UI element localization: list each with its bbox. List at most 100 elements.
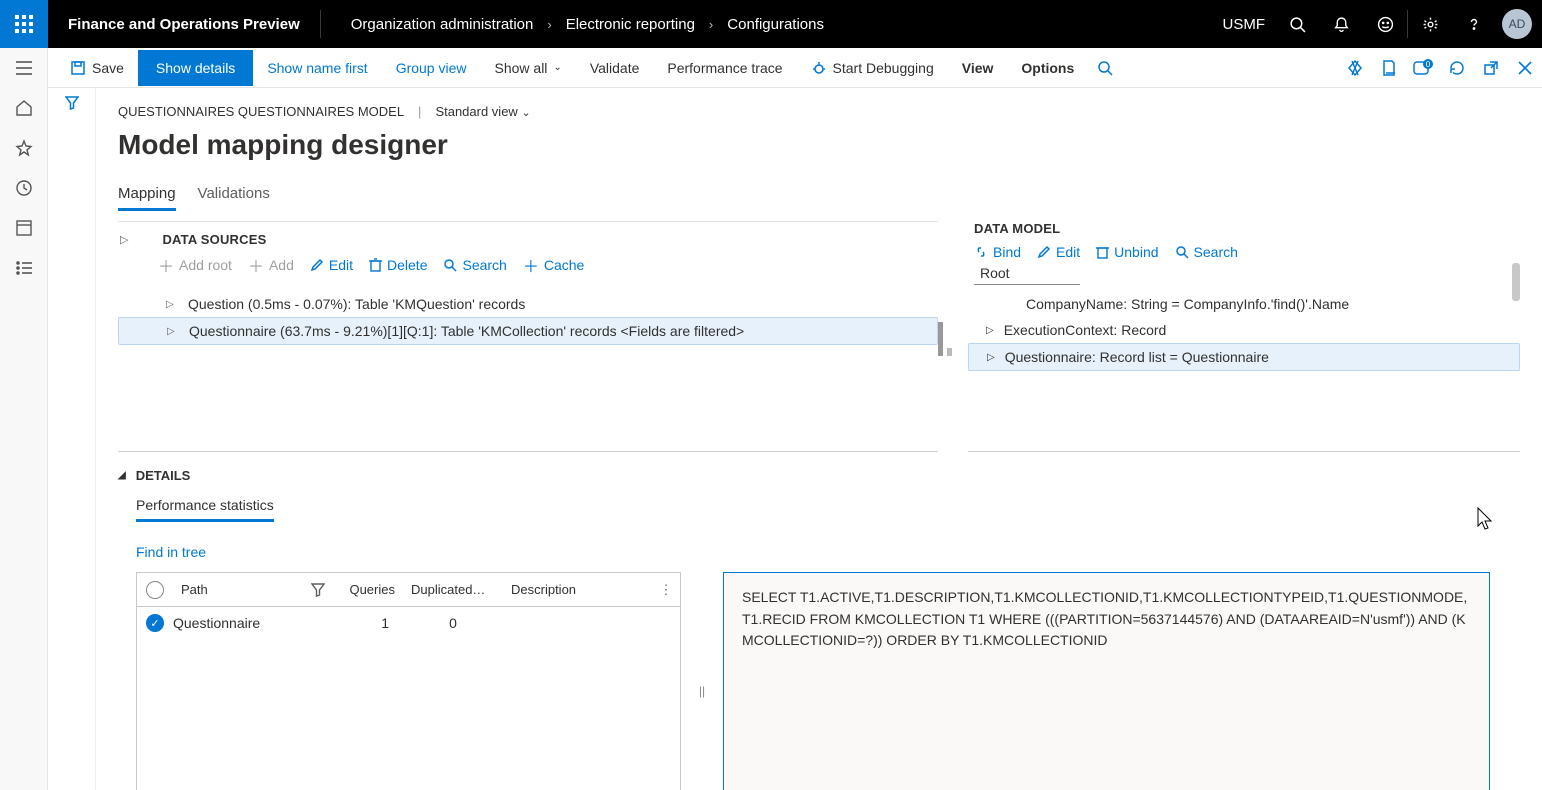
close-icon[interactable] xyxy=(1508,48,1542,88)
expand-caret-icon: ▷ xyxy=(987,352,995,363)
dm-edit-button[interactable]: Edit xyxy=(1037,244,1080,260)
ds-row-questionnaire[interactable]: ▷Questionnaire (63.7ms - 9.21%)[1][Q:1]:… xyxy=(118,317,938,345)
topbar-right: USMF AD xyxy=(1223,0,1542,48)
find-in-tree-link[interactable]: Find in tree xyxy=(136,544,206,560)
funnel-icon[interactable] xyxy=(65,96,79,110)
action-search-icon[interactable] xyxy=(1088,48,1122,88)
refresh-icon[interactable] xyxy=(1440,48,1474,88)
col-description[interactable]: Description xyxy=(503,582,652,597)
cache-button[interactable]: ＋Cache xyxy=(523,253,584,277)
show-details-button[interactable]: Show details xyxy=(138,50,253,86)
recent-icon[interactable] xyxy=(0,168,48,208)
save-button[interactable]: Save xyxy=(56,54,138,82)
dm-row-company[interactable]: CompanyName: String = CompanyInfo.'find(… xyxy=(968,291,1520,317)
diamond-icon[interactable] xyxy=(1338,48,1372,88)
show-all-dropdown[interactable]: Show all⌄ xyxy=(481,54,576,82)
delete-button[interactable]: Delete xyxy=(369,253,427,277)
select-all-checkbox[interactable] xyxy=(146,581,164,599)
company-label[interactable]: USMF xyxy=(1223,16,1276,33)
tab-mapping[interactable]: Mapping xyxy=(118,185,176,211)
ds-tree: ▷Question (0.5ms - 0.07%): Table 'KMQues… xyxy=(118,291,938,345)
show-name-first-button[interactable]: Show name first xyxy=(253,54,381,82)
view-switcher[interactable]: Standard view ⌄ xyxy=(435,104,530,119)
pencil-icon xyxy=(1037,245,1051,259)
expand-caret-icon: ▷ xyxy=(986,325,994,336)
dm-search-button[interactable]: Search xyxy=(1175,244,1238,260)
modules-icon[interactable] xyxy=(0,248,48,288)
details-tabs: Performance statistics xyxy=(136,497,1520,522)
sql-text-box[interactable]: SELECT T1.ACTIVE,T1.DESCRIPTION,T1.KMCOL… xyxy=(723,572,1490,790)
bell-icon[interactable] xyxy=(1319,0,1363,48)
dm-row-exec[interactable]: ▷ExecutionContext: Record xyxy=(968,317,1520,343)
tab-validations[interactable]: Validations xyxy=(198,185,270,211)
grid-menu-icon[interactable]: ⋮ xyxy=(652,582,680,598)
add-root-button[interactable]: ＋Add root xyxy=(158,253,232,277)
page-tabs: Mapping Validations xyxy=(118,185,1520,211)
bind-button[interactable]: Bind xyxy=(974,244,1021,260)
search-icon xyxy=(443,258,457,272)
workspace-icon[interactable] xyxy=(0,208,48,248)
smiley-icon[interactable] xyxy=(1363,0,1407,48)
page-breadcrumb: QUESTIONNAIRES QUESTIONNAIRES MODEL | St… xyxy=(118,104,1520,119)
validate-button[interactable]: Validate xyxy=(576,54,654,82)
col-path[interactable]: Path xyxy=(173,582,333,597)
group-view-button[interactable]: Group view xyxy=(382,54,481,82)
data-model-panel: DATA MODEL Bind Edit Unbind Search Root … xyxy=(968,221,1520,431)
perf-minichart xyxy=(938,318,968,356)
user-avatar[interactable]: AD xyxy=(1502,9,1532,39)
divider xyxy=(968,451,1520,452)
row-path: Questionnaire xyxy=(173,615,333,631)
perf-grid: Path Queries Duplicated… Description ⋮ ✓… xyxy=(136,572,681,790)
book-icon[interactable] xyxy=(1372,48,1406,88)
app-launcher-waffle[interactable] xyxy=(0,0,48,48)
grid-row[interactable]: ✓ Questionnaire 1 0 xyxy=(137,607,680,639)
splitter-handle[interactable]: || xyxy=(697,572,707,790)
start-debugging-button[interactable]: Start Debugging xyxy=(797,54,948,82)
details-title: DETAILS xyxy=(136,468,191,483)
ds-row-question[interactable]: ▷Question (0.5ms - 0.07%): Table 'KMQues… xyxy=(118,291,938,317)
collapse-caret-icon: ◢ xyxy=(118,470,126,481)
gear-icon[interactable] xyxy=(1408,0,1452,48)
funnel-icon[interactable] xyxy=(311,583,325,597)
breadcrumb-er[interactable]: Electronic reporting xyxy=(566,16,695,33)
chevron-right-icon: › xyxy=(547,17,551,32)
data-sources-panel: ▷ DATA SOURCES ＋Add root ＋Add Edit Delet… xyxy=(118,221,938,431)
view-menu[interactable]: View xyxy=(948,54,1008,82)
collapse-caret-icon[interactable]: ▷ xyxy=(120,233,128,246)
col-queries[interactable]: Queries xyxy=(333,582,403,597)
row-dup: 0 xyxy=(403,615,503,631)
edit-button[interactable]: Edit xyxy=(310,253,353,277)
divider xyxy=(118,451,938,452)
add-button[interactable]: ＋Add xyxy=(248,253,294,277)
save-icon xyxy=(70,60,86,76)
unbind-button[interactable]: Unbind xyxy=(1096,244,1158,260)
dm-row-questionnaire[interactable]: ▷Questionnaire: Record list = Questionna… xyxy=(968,343,1520,371)
hamburger-icon[interactable] xyxy=(0,48,48,88)
breadcrumb-org-admin[interactable]: Organization administration xyxy=(351,16,534,33)
col-duplicated[interactable]: Duplicated… xyxy=(403,582,503,597)
search-button[interactable]: Search xyxy=(443,253,506,277)
data-sources-title: DATA SOURCES xyxy=(162,232,266,247)
search-icon[interactable] xyxy=(1275,0,1319,48)
page-breadcrumb-text: QUESTIONNAIRES QUESTIONNAIRES MODEL xyxy=(118,104,404,119)
breadcrumb-config[interactable]: Configurations xyxy=(727,16,824,33)
star-icon[interactable] xyxy=(0,128,48,168)
ds-toolbar: ＋Add root ＋Add Edit Delete Search ＋Cache xyxy=(118,253,938,277)
row-checkbox-checked[interactable]: ✓ xyxy=(146,614,164,632)
top-breadcrumbs: Organization administration › Electronic… xyxy=(321,16,824,33)
chevron-down-icon: ⌄ xyxy=(553,62,561,73)
details-header[interactable]: ◢ DETAILS xyxy=(118,468,1520,483)
attachment-badge-icon[interactable]: 0 xyxy=(1406,48,1440,88)
chevron-down-icon: ⌄ xyxy=(521,107,530,119)
tab-perf-stats[interactable]: Performance statistics xyxy=(136,497,274,522)
home-icon[interactable] xyxy=(0,88,48,128)
search-icon xyxy=(1175,245,1189,259)
options-menu[interactable]: Options xyxy=(1007,54,1088,82)
performance-trace-button[interactable]: Performance trace xyxy=(653,54,796,82)
root-node[interactable]: Root xyxy=(974,262,1080,285)
chevron-right-icon: › xyxy=(709,17,713,32)
popout-icon[interactable] xyxy=(1474,48,1508,88)
trash-icon xyxy=(369,258,382,272)
help-icon[interactable] xyxy=(1452,0,1496,48)
scrollbar[interactable] xyxy=(1512,263,1520,301)
